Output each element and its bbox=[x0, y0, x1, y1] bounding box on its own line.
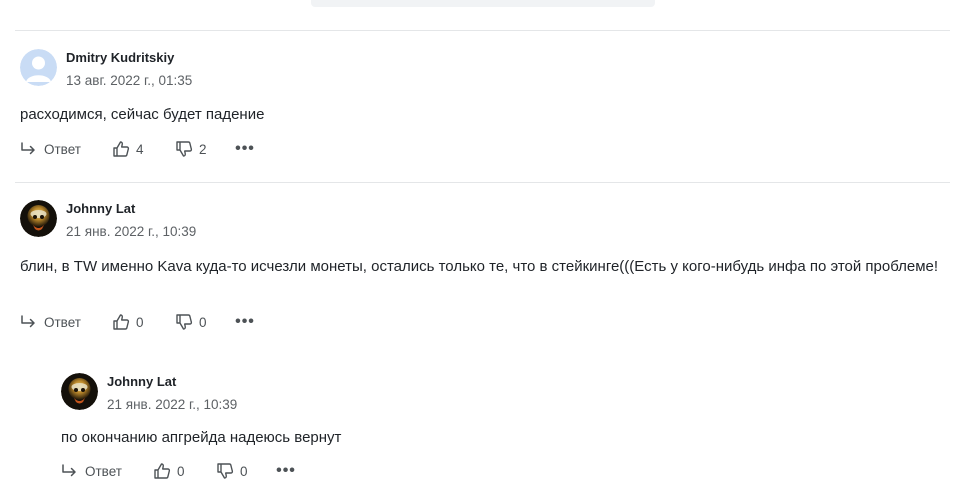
user-photo bbox=[20, 200, 57, 237]
default-user-icon bbox=[20, 49, 57, 86]
dislike-count: 2 bbox=[199, 141, 207, 157]
comment: Dmitry Kudritskiy 13 авг. 2022 г., 01:35… bbox=[20, 49, 950, 164]
comment-date: 13 авг. 2022 г., 01:35 bbox=[66, 73, 193, 88]
reply-button[interactable]: Ответ bbox=[20, 314, 112, 330]
avatar[interactable] bbox=[20, 49, 57, 86]
dislike-count: 0 bbox=[199, 314, 207, 330]
more-button[interactable]: ••• bbox=[233, 140, 257, 158]
comment-actions: Ответ 4 2 ••• bbox=[20, 138, 257, 160]
reply-arrow-icon bbox=[21, 142, 35, 155]
dislike-button[interactable]: 0 bbox=[216, 462, 274, 480]
thumbs-down-icon bbox=[176, 314, 193, 330]
more-dots-icon: ••• bbox=[276, 462, 296, 479]
dislike-button[interactable]: 2 bbox=[175, 140, 233, 158]
like-count: 4 bbox=[136, 141, 144, 157]
divider bbox=[15, 30, 950, 31]
thumbs-down-icon bbox=[176, 141, 193, 157]
reply-arrow-icon bbox=[62, 464, 76, 477]
comment-text: блин, в TW именно Kava куда-то исчезли м… bbox=[20, 258, 939, 275]
comment-text: по окончанию апгрейда надеюсь вернут bbox=[61, 429, 342, 446]
reply-arrow-icon bbox=[21, 315, 35, 328]
comment-author[interactable]: Dmitry Kudritskiy bbox=[66, 50, 174, 65]
reply-label: Ответ bbox=[85, 463, 122, 479]
like-count: 0 bbox=[177, 463, 185, 479]
avatar[interactable] bbox=[20, 200, 57, 237]
dislike-button[interactable]: 0 bbox=[175, 313, 233, 331]
comment-author[interactable]: Johnny Lat bbox=[107, 374, 176, 389]
thumbs-up-icon bbox=[113, 141, 130, 157]
top-bar bbox=[311, 0, 655, 7]
comment-date: 21 янв. 2022 г., 10:39 bbox=[107, 397, 238, 412]
avatar[interactable] bbox=[61, 373, 98, 410]
comment: Johnny Lat 21 янв. 2022 г., 10:39 блин, … bbox=[20, 200, 950, 335]
like-button[interactable]: 0 bbox=[153, 462, 216, 480]
dislike-count: 0 bbox=[240, 463, 248, 479]
comment-actions: Ответ 0 0 ••• bbox=[20, 311, 257, 333]
comment-text: расходимся, сейчас будет падение bbox=[20, 106, 265, 123]
reply-button[interactable]: Ответ bbox=[20, 141, 112, 157]
like-button[interactable]: 0 bbox=[112, 313, 175, 331]
comment-actions: Ответ 0 0 ••• bbox=[61, 460, 298, 482]
more-button[interactable]: ••• bbox=[233, 313, 257, 331]
thumbs-up-icon bbox=[113, 314, 130, 330]
more-button[interactable]: ••• bbox=[274, 462, 298, 480]
more-dots-icon: ••• bbox=[235, 313, 255, 330]
like-button[interactable]: 4 bbox=[112, 140, 175, 158]
comment-reply: Johnny Lat 21 янв. 2022 г., 10:39 по око… bbox=[61, 373, 950, 488]
thumbs-down-icon bbox=[217, 463, 234, 479]
user-photo bbox=[61, 373, 98, 410]
thumbs-up-icon bbox=[154, 463, 171, 479]
more-dots-icon: ••• bbox=[235, 140, 255, 157]
comment-date: 21 янв. 2022 г., 10:39 bbox=[66, 224, 197, 239]
reply-label: Ответ bbox=[44, 314, 81, 330]
like-count: 0 bbox=[136, 314, 144, 330]
reply-label: Ответ bbox=[44, 141, 81, 157]
reply-button[interactable]: Ответ bbox=[61, 463, 153, 479]
divider bbox=[15, 182, 950, 183]
comment-author[interactable]: Johnny Lat bbox=[66, 201, 135, 216]
